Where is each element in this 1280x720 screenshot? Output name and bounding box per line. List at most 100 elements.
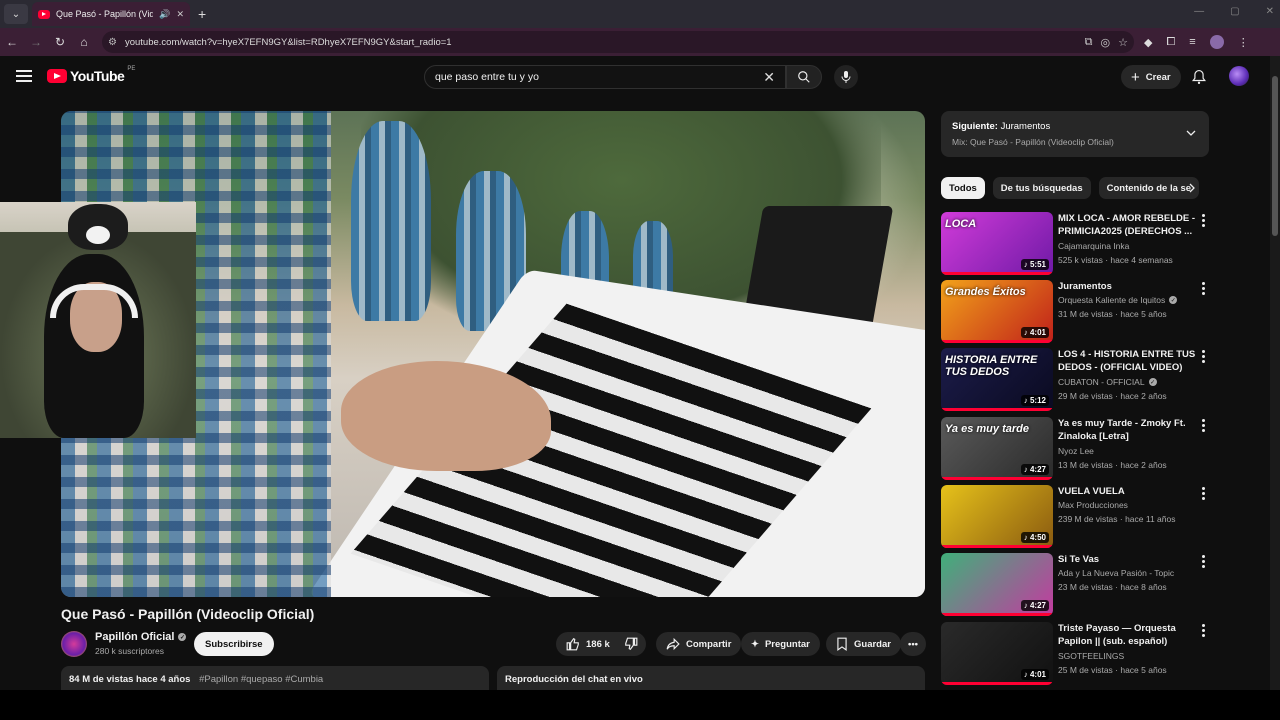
restore-icon[interactable]: ▢ (1230, 6, 1239, 17)
back-icon[interactable]: ← (0, 35, 24, 49)
account-avatar[interactable] (1229, 66, 1249, 86)
more-vertical-icon[interactable] (1199, 555, 1207, 570)
more-vertical-icon[interactable] (1199, 419, 1207, 434)
recommendation-channel[interactable]: Cajamarquina Inka (1058, 241, 1129, 251)
recommendation-meta: 31 M de vistas · hace 5 años (1058, 309, 1167, 319)
channel-avatar[interactable] (61, 631, 87, 657)
close-tab-icon[interactable]: ✕ (176, 9, 184, 20)
extension-icon[interactable]: ◆ (1144, 36, 1152, 49)
recommendation-channel[interactable]: SGOTFEELINGS (1058, 651, 1124, 661)
search-query: que paso entre tu y yo (435, 71, 539, 83)
voice-search-button[interactable] (834, 65, 858, 89)
video-thumbnail[interactable]: LOCA ♪ 5:51 (941, 212, 1053, 275)
search-input[interactable]: que paso entre tu y yo ✕ (424, 65, 786, 89)
notifications-bell-icon[interactable] (1192, 69, 1206, 90)
chip-from-searches[interactable]: De tus búsquedas (992, 177, 1091, 199)
video-thumbnail[interactable]: ♪ 4:27 (941, 553, 1053, 616)
recommendation-item[interactable]: Grandes Éxitos ♪ 4:01 Juramentos Orquesta K… (941, 280, 1221, 344)
clear-search-icon[interactable]: ✕ (763, 69, 775, 86)
subscribe-button[interactable]: Subscribirse (194, 632, 274, 656)
search-button[interactable] (786, 65, 822, 89)
views-and-date: 84 M de vistas hace 4 años (69, 674, 191, 685)
like-count: 186 k (586, 638, 610, 650)
more-vertical-icon[interactable] (1199, 350, 1207, 365)
puzzle-icon[interactable]: ⧠ (1166, 36, 1175, 49)
recommendation-title[interactable]: Triste Payaso — Orquesta Papilon || (sub… (1058, 622, 1200, 648)
recommendation-title[interactable]: Si Te Vas (1058, 553, 1200, 566)
more-actions-button[interactable]: ••• (900, 632, 926, 656)
video-thumbnail[interactable]: Ya es muy tarde ♪ 4:27 (941, 417, 1053, 480)
browser-tab[interactable]: Que Pasó - Papillón (Videoc 🔊 ✕ (32, 2, 190, 26)
video-thumbnail[interactable]: Grandes Éxitos ♪ 4:01 (941, 280, 1053, 343)
more-vertical-icon[interactable] (1199, 624, 1207, 639)
like-button[interactable]: 186 k (556, 632, 620, 656)
more-vertical-icon[interactable] (1199, 282, 1207, 297)
recommendation-title[interactable]: VUELA VUELA (1058, 485, 1200, 498)
new-tab-icon[interactable]: + (198, 6, 206, 22)
recommendation-channel[interactable]: Nyoz Lee (1058, 446, 1094, 456)
bookmark-star-icon[interactable]: ☆ (1118, 36, 1128, 49)
channel-text: Max Producciones (1058, 500, 1128, 510)
recommendation-channel[interactable]: Ada y La Nueva Pasión - Topic (1058, 568, 1174, 578)
channel-text: SGOTFEELINGS (1058, 651, 1125, 661)
page-scrollbar[interactable] (1270, 56, 1280, 690)
save-button[interactable]: Guardar (826, 632, 901, 656)
tab-title: Que Pasó - Papillón (Videoc (56, 9, 154, 19)
chip-content[interactable]: Contenido de la se (1098, 177, 1200, 199)
recommendation-title[interactable]: LOS 4 - HISTORIA ENTRE TUS DEDOS - (OFFI… (1058, 348, 1200, 374)
hashtags[interactable]: #Papillon #quepaso #Cumbia (199, 674, 323, 685)
address-bar[interactable]: ⚙ youtube.com/watch?v=hyeX7EFN9GY&list=R… (102, 31, 1134, 53)
live-chat-replay-button[interactable]: Reproducción del chat en vivo (497, 666, 925, 692)
duration-badge: ♪ 4:27 (1020, 600, 1049, 611)
more-vertical-icon[interactable] (1199, 487, 1207, 502)
profile-avatar-icon[interactable] (1209, 35, 1224, 49)
recommendation-item[interactable]: HISTORIA ENTRE TUS DEDOS ♪ 5:12 LOS 4 - HI… (941, 348, 1221, 412)
recommendation-item[interactable]: Ya es muy tarde ♪ 4:27 Ya es muy Tarde - Z… (941, 417, 1221, 481)
site-info-icon[interactable]: ⚙ (108, 37, 117, 48)
thumbnail-text: Grandes Éxitos (945, 286, 1026, 298)
youtube-logo[interactable]: YouTube PE (47, 66, 135, 84)
recommendation-channel[interactable]: Max Producciones (1058, 500, 1128, 510)
logo-wordmark: YouTube (70, 68, 125, 84)
recommendation-channel[interactable]: Orquesta Kaliente de Iquitos ✓ (1058, 295, 1178, 305)
recommendation-item[interactable]: ♪ 4:50 VUELA VUELA Max Producciones 239 M d… (941, 485, 1221, 549)
channel-text: CUBATON - OFFICIAL (1058, 377, 1145, 387)
recommendation-title[interactable]: MIX LOCA - AMOR REBELDE - PRIMICIA2025 (… (1058, 212, 1200, 238)
description-box[interactable]: 84 M de vistas hace 4 años #Papillon #qu… (61, 666, 489, 692)
video-thumbnail[interactable]: ♪ 4:01 (941, 622, 1053, 685)
recommendation-title[interactable]: Juramentos (1058, 280, 1200, 293)
share-button[interactable]: Compartir (656, 632, 742, 656)
forward-icon[interactable]: → (24, 35, 48, 49)
close-window-icon[interactable]: ✕ (1266, 6, 1274, 17)
create-button[interactable]: + Crear (1121, 65, 1181, 89)
hamburger-menu-icon[interactable] (16, 70, 32, 85)
recommendation-meta: 239 M de vistas · hace 11 años (1058, 514, 1176, 524)
youtube-play-icon (47, 69, 67, 83)
dislike-button[interactable] (616, 632, 646, 656)
recommendation-item[interactable]: LOCA ♪ 5:51 MIX LOCA - AMOR REBELDE - PRIM… (941, 212, 1221, 276)
minimize-icon[interactable]: — (1194, 6, 1204, 17)
microphone-icon (841, 71, 851, 83)
channel-name[interactable]: Papillón Oficial ✓ (95, 631, 187, 643)
reading-list-icon[interactable]: ≡ (1189, 36, 1195, 48)
reload-icon[interactable]: ↻ (48, 35, 72, 49)
recommendation-title[interactable]: Ya es muy Tarde - Zmoky Ft. Zinaloka [Le… (1058, 417, 1200, 443)
chevron-down-icon[interactable] (1185, 127, 1197, 139)
video-thumbnail[interactable]: ♪ 4:50 (941, 485, 1053, 548)
tracking-protection-icon[interactable]: ◎ (1101, 36, 1111, 49)
speaker-icon[interactable]: 🔊 (159, 9, 170, 20)
chevron-right-icon[interactable] (1186, 181, 1198, 195)
tab-list-button[interactable]: ⌄ (4, 4, 28, 24)
home-icon[interactable]: ⌂ (72, 35, 96, 49)
up-next-panel[interactable]: Siguiente: Juramentos Mix: Que Pasó - Pa… (941, 111, 1209, 157)
more-vertical-icon[interactable] (1199, 214, 1207, 229)
install-app-icon[interactable]: ⧉ (1085, 36, 1093, 49)
chip-all[interactable]: Todos (941, 177, 985, 199)
recommendation-item[interactable]: ♪ 4:27 Si Te Vas Ada y La Nueva Pasión - T… (941, 553, 1221, 617)
video-thumbnail[interactable]: HISTORIA ENTRE TUS DEDOS ♪ 5:12 (941, 348, 1053, 411)
menu-kebab-icon[interactable]: ⋮ (1238, 36, 1249, 49)
recommendation-channel[interactable]: CUBATON - OFFICIAL ✓ (1058, 377, 1157, 387)
ask-button[interactable]: ✦ Preguntar (741, 632, 820, 656)
recommendation-item[interactable]: ♪ 4:01 Triste Payaso — Orquesta Papilon |… (941, 622, 1221, 686)
save-label: Guardar (854, 638, 891, 650)
